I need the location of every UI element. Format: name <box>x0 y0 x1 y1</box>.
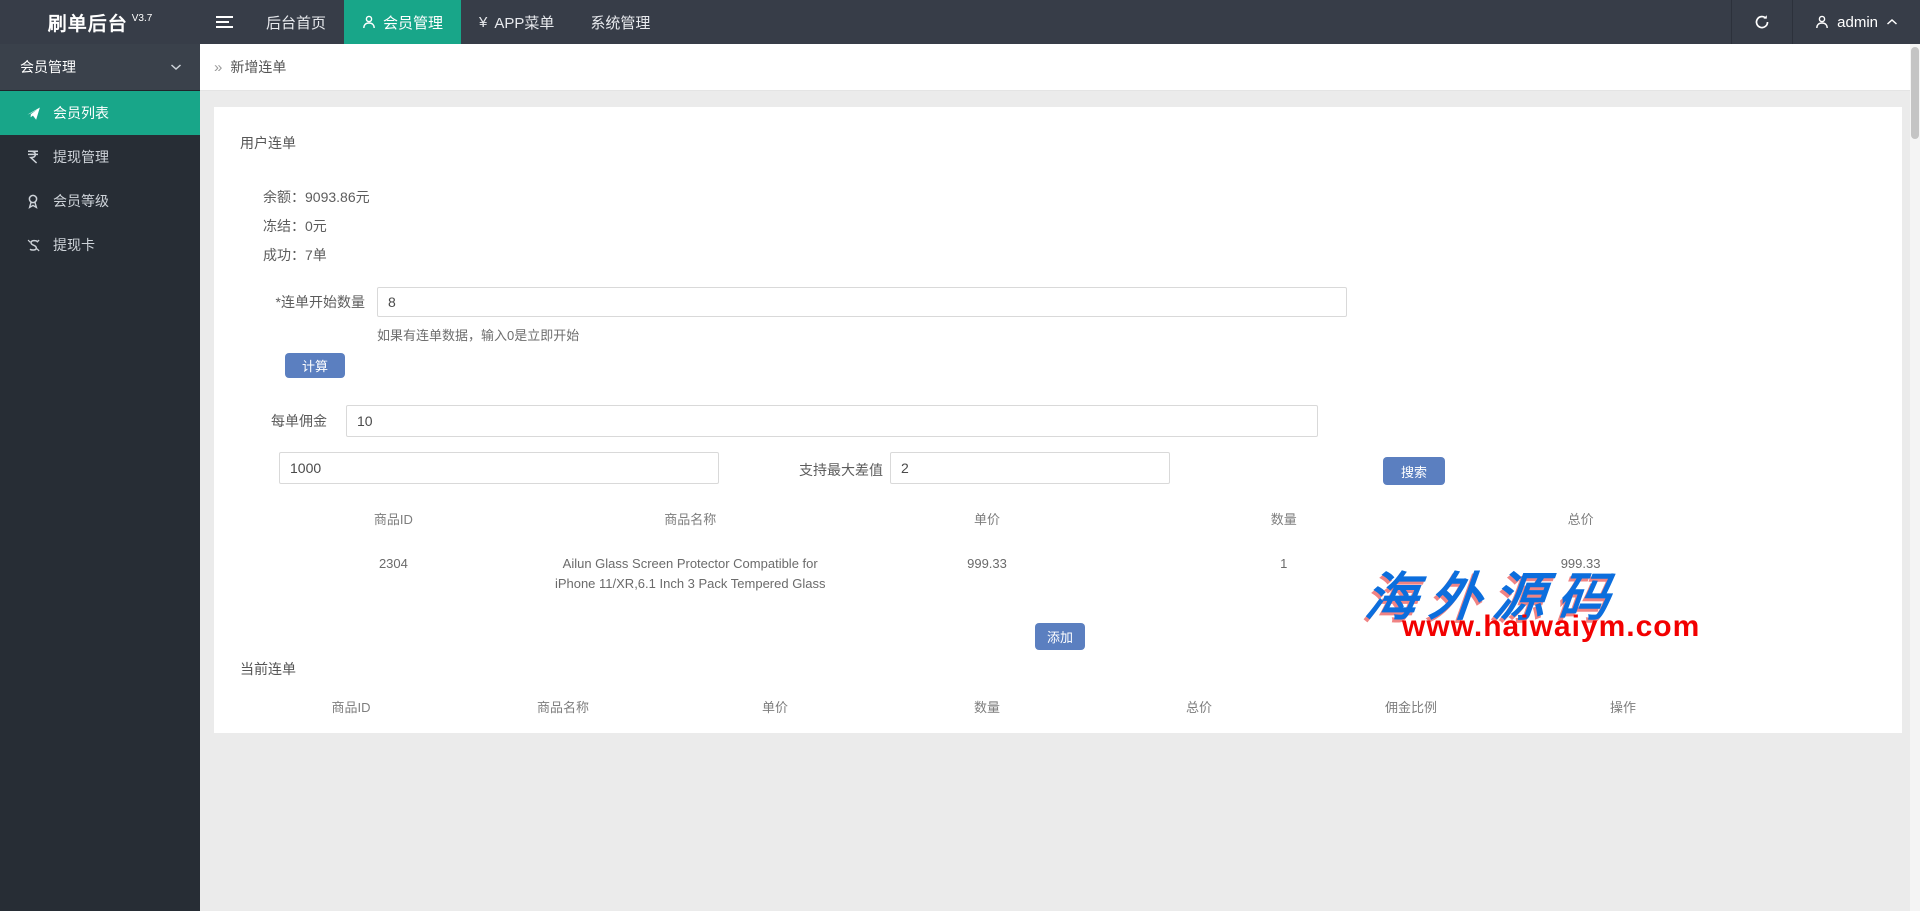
nav-item-system-label: 系统管理 <box>590 12 650 33</box>
hamburger-icon <box>216 16 233 28</box>
navbar-right: admin <box>1731 0 1920 44</box>
person-icon <box>362 15 376 29</box>
breadcrumb-separator-icon: » <box>214 59 222 76</box>
col-product-name: 商品名称 <box>542 497 839 540</box>
rupee-icon <box>24 150 42 164</box>
sidebar-item-label: 提现卡 <box>53 235 95 255</box>
calculate-button[interactable]: 计算 <box>285 353 345 378</box>
form-card: 用户连单 余额：9093.86元 冻结：0元 成功：7单 *连单开始数量 如果有… <box>214 107 1902 733</box>
sidebar-section-label: 会员管理 <box>20 57 170 77</box>
col-actions: 操作 <box>1517 685 1729 728</box>
breadcrumb: » 新增连单 <box>200 44 1920 91</box>
start-qty-help: 如果有连单数据，输入0是立即开始 <box>377 325 579 344</box>
top-navbar: 刷单后台 V3.7 后台首页 会员管理 ¥ APP菜单 系统管理 <box>0 0 1920 44</box>
username-label: admin <box>1837 14 1878 31</box>
search-button[interactable]: 搜索 <box>1383 457 1445 485</box>
scrollbar-thumb[interactable] <box>1911 47 1919 139</box>
col-total-price: 总价 <box>1093 685 1305 728</box>
breadcrumb-label: 新增连单 <box>230 57 286 77</box>
sidebar-item-member-list[interactable]: 会员列表 <box>0 91 200 135</box>
start-qty-input[interactable] <box>377 287 1347 317</box>
add-button[interactable]: 添加 <box>1035 623 1085 650</box>
commission-input[interactable] <box>346 405 1318 437</box>
start-qty-label: *连单开始数量 <box>214 292 365 312</box>
app-logo-text: 刷单后台 <box>48 9 128 36</box>
col-product-id: 商品ID <box>245 497 542 540</box>
cell-product-id: 2304 <box>245 540 542 600</box>
refresh-button[interactable] <box>1731 0 1792 44</box>
refresh-icon <box>1754 14 1770 30</box>
sidebar-item-label: 提现管理 <box>53 147 109 167</box>
nav-item-app-menu[interactable]: ¥ APP菜单 <box>461 0 572 44</box>
commission-row: 每单佣金 <box>214 405 1318 437</box>
col-product-name: 商品名称 <box>457 685 669 728</box>
user-stats: 余额：9093.86元 冻结：0元 成功：7单 <box>263 187 370 274</box>
current-orders-table: 商品ID 商品名称 单价 数量 总价 佣金比例 操作 <box>245 685 1729 728</box>
col-total-price: 总价 <box>1432 497 1729 540</box>
sidebar-item-withdraw-manage[interactable]: 提现管理 <box>0 135 200 179</box>
sidebar-toggle-button[interactable] <box>200 0 248 44</box>
stat-frozen: 冻结：0元 <box>263 216 370 236</box>
sidebar-item-label: 会员等级 <box>53 191 109 211</box>
app-logo: 刷单后台 V3.7 <box>0 0 200 44</box>
stat-success: 成功：7单 <box>263 245 370 265</box>
start-qty-row: *连单开始数量 <box>214 287 1347 317</box>
nav-item-app-menu-label: APP菜单 <box>494 12 554 33</box>
col-quantity: 数量 <box>1135 497 1432 540</box>
sidebar-item-label: 会员列表 <box>53 103 109 123</box>
nav-item-members[interactable]: 会员管理 <box>344 0 461 44</box>
current-orders-header: 商品ID 商品名称 单价 数量 总价 佣金比例 操作 <box>245 685 1729 728</box>
product-table-header: 商品ID 商品名称 单价 数量 总价 <box>245 497 1729 540</box>
yen-icon: ¥ <box>479 14 487 31</box>
content-area: 用户连单 余额：9093.86元 冻结：0元 成功：7单 *连单开始数量 如果有… <box>200 91 1920 911</box>
nav-item-system[interactable]: 系统管理 <box>572 0 668 44</box>
sidebar-item-withdraw-card[interactable]: 提现卡 <box>0 223 200 267</box>
page-scrollbar[interactable] <box>1910 44 1920 911</box>
chevron-up-icon <box>1886 18 1898 26</box>
paper-plane-icon <box>24 106 42 121</box>
chevron-down-icon <box>170 63 182 71</box>
max-diff-input[interactable] <box>890 452 1170 484</box>
app-version: V3.7 <box>132 13 153 24</box>
cell-unit-price: 999.33 <box>839 540 1136 600</box>
medal-icon <box>24 194 42 209</box>
col-commission-rate: 佣金比例 <box>1305 685 1517 728</box>
col-unit-price: 单价 <box>839 497 1136 540</box>
watermark-url: www.haiwaiym.com <box>1402 610 1700 644</box>
nav-item-home-label: 后台首页 <box>266 12 326 33</box>
commission-label: 每单佣金 <box>214 411 327 431</box>
sidebar-section-members[interactable]: 会员管理 <box>0 44 200 91</box>
max-diff-label: 支持最大差值 <box>799 460 889 480</box>
col-unit-price: 单价 <box>669 685 881 728</box>
panel-title: 用户连单 <box>240 133 296 153</box>
sidebar-item-member-level[interactable]: 会员等级 <box>0 179 200 223</box>
top-menu: 后台首页 会员管理 ¥ APP菜单 系统管理 <box>248 0 668 44</box>
current-orders-title: 当前连单 <box>240 659 296 679</box>
col-product-id: 商品ID <box>245 685 457 728</box>
sidebar: 会员管理 会员列表 提现管理 会员等级 提 <box>0 44 200 911</box>
cell-product-name: Ailun Glass Screen Protector Compatible … <box>542 540 839 600</box>
col-quantity: 数量 <box>881 685 1093 728</box>
price-input[interactable] <box>279 452 719 484</box>
nav-item-home[interactable]: 后台首页 <box>248 0 344 44</box>
currency-icon <box>24 238 42 253</box>
stat-balance: 余额：9093.86元 <box>263 187 370 207</box>
nav-item-members-label: 会员管理 <box>383 12 443 33</box>
main-area: » 新增连单 用户连单 余额：9093.86元 冻结：0元 成功：7单 *连单开… <box>200 44 1920 911</box>
user-menu-button[interactable]: admin <box>1792 0 1920 44</box>
user-icon <box>1815 15 1829 29</box>
main-layout: 会员管理 会员列表 提现管理 会员等级 提 <box>0 44 1920 911</box>
